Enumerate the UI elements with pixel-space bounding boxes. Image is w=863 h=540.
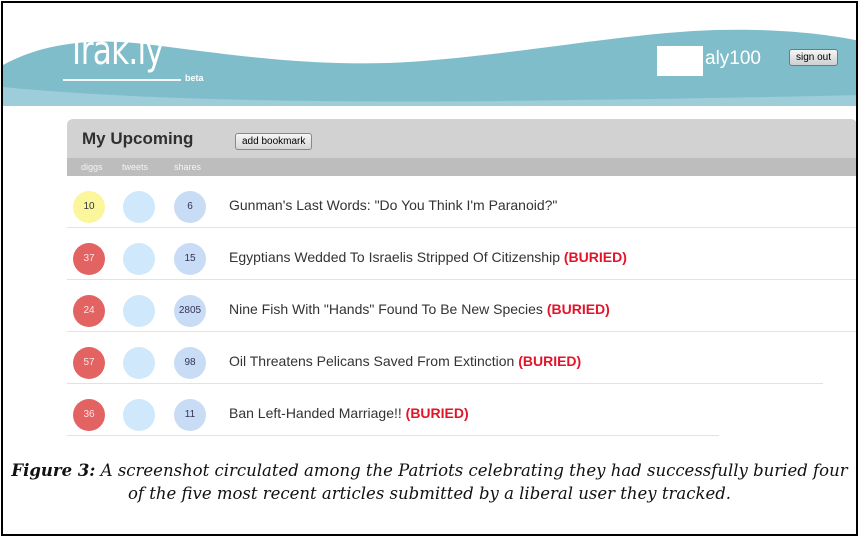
diggs-count[interactable]: 37 [73,243,105,275]
list-item: 24 2805 Nine Fish With "Hands" Found To … [67,280,856,332]
column-header-shares: shares [174,162,202,172]
tweets-count[interactable] [123,295,155,327]
status-badge: (BURIED) [563,249,627,265]
article-title[interactable]: Ban Left-Handed Marriage!! [229,405,402,421]
list-item: 37 15 Egyptians Wedded To Israelis Strip… [67,228,856,280]
article-title-wrap: Oil Threatens Pelicans Saved From Extinc… [229,353,581,369]
tweets-count[interactable] [123,243,155,275]
sign-out-button[interactable]: sign out [789,49,839,66]
caption-text: A screenshot circulated among the Patrio… [100,461,848,503]
column-header-bar: diggs tweets shares [67,158,856,176]
article-title[interactable]: Oil Threatens Pelicans Saved From Extinc… [229,353,514,369]
shares-count[interactable]: 11 [174,399,206,431]
article-title-wrap: Egyptians Wedded To Israelis Stripped Of… [229,249,627,265]
username-label[interactable]: aly100 [705,48,761,70]
diggs-count[interactable]: 10 [73,191,105,223]
shares-count[interactable]: 15 [174,243,206,275]
status-badge: (BURIED) [405,405,469,421]
upcoming-panel: My Upcoming add bookmark diggs tweets sh… [67,119,856,459]
screenshot-frame: Trak.ly beta aly100 sign out My Upcoming… [1,1,858,536]
article-title-wrap: Ban Left-Handed Marriage!! (BURIED) [229,405,469,421]
list-item: 36 11 Ban Left-Handed Marriage!! (BURIED… [67,384,719,436]
list-item: 10 6 Gunman's Last Words: "Do You Think … [67,176,856,228]
beta-badge: beta [185,73,204,83]
shares-count[interactable]: 2805 [174,295,206,327]
avatar [657,46,703,76]
logo-underline [63,79,181,81]
column-header-tweets: tweets [122,162,149,172]
status-badge: (BURIED) [546,301,610,317]
diggs-count[interactable]: 57 [73,347,105,379]
diggs-count[interactable]: 36 [73,399,105,431]
list-item: 57 98 Oil Threatens Pelicans Saved From … [67,332,823,384]
tweets-count[interactable] [123,347,155,379]
caption-label: Figure 3: [11,461,96,480]
article-title[interactable]: Nine Fish With "Hands" Found To Be New S… [229,301,543,317]
article-title-wrap: Nine Fish With "Hands" Found To Be New S… [229,301,610,317]
page-title: My Upcoming [82,129,194,148]
diggs-count[interactable]: 24 [73,295,105,327]
tweets-count[interactable] [123,191,155,223]
article-title[interactable]: Gunman's Last Words: "Do You Think I'm P… [229,197,557,213]
shares-count[interactable]: 6 [174,191,206,223]
shares-count[interactable]: 98 [174,347,206,379]
panel-header: My Upcoming add bookmark [67,119,856,158]
tweets-count[interactable] [123,399,155,431]
article-title[interactable]: Egyptians Wedded To Israelis Stripped Of… [229,249,560,265]
figure-caption: Figure 3: A screenshot circulated among … [3,459,856,505]
header-banner: Trak.ly beta aly100 sign out [3,3,856,113]
article-title-wrap: Gunman's Last Words: "Do You Think I'm P… [229,197,557,213]
status-badge: (BURIED) [518,353,582,369]
add-bookmark-button[interactable]: add bookmark [235,133,313,150]
column-header-diggs: diggs [81,162,103,172]
logo[interactable]: Trak.ly [67,31,164,71]
